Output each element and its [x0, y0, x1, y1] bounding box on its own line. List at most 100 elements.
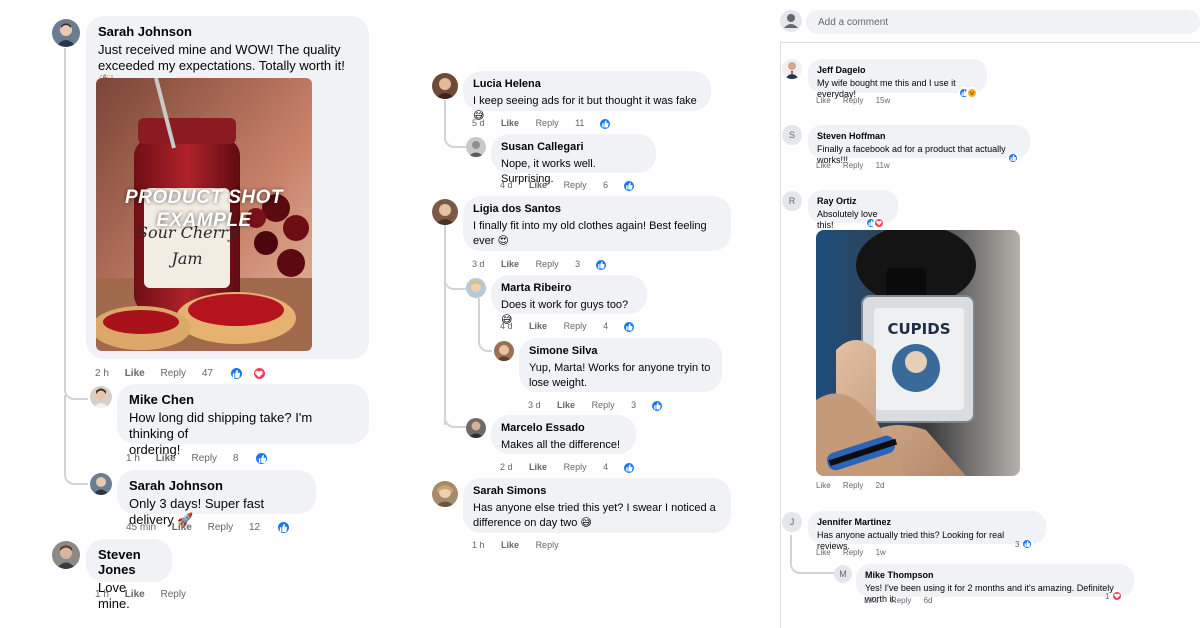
comment-author[interactable]: Jeff Dagelo: [817, 65, 978, 75]
avatar-steven-hoffman[interactable]: S: [782, 125, 802, 145]
reaction-count[interactable]: 11: [575, 117, 626, 131]
reply-button[interactable]: Reply: [536, 540, 559, 550]
reply-button[interactable]: Reply: [564, 180, 587, 190]
like-button[interactable]: Like: [816, 161, 831, 170]
reply-button[interactable]: Reply: [843, 96, 863, 105]
comment-author[interactable]: Simone Silva: [529, 345, 712, 357]
reply-button[interactable]: Reply: [891, 596, 911, 605]
comment-author[interactable]: Sarah Simons: [473, 485, 721, 497]
comment-author[interactable]: Mike Chen: [129, 392, 357, 407]
reaction-badge[interactable]: 3: [1015, 538, 1034, 550]
like-button[interactable]: Like: [501, 118, 519, 128]
comment-time[interactable]: 5 d: [472, 118, 485, 128]
like-button[interactable]: Like: [529, 462, 547, 472]
comment-time[interactable]: 2d: [876, 481, 885, 490]
comment-time[interactable]: 15w: [876, 96, 891, 105]
comment-author[interactable]: Sarah Johnson: [129, 478, 304, 493]
comment-author[interactable]: Sarah Johnson: [98, 24, 357, 39]
avatar-sarah-johnson[interactable]: [90, 473, 112, 495]
comment-time[interactable]: 1 h: [126, 453, 140, 464]
comment-author[interactable]: Lucia Helena: [473, 78, 701, 90]
reaction-badge[interactable]: [958, 87, 978, 99]
reaction-count[interactable]: 4: [603, 320, 650, 334]
comment-author[interactable]: Marta Ribeiro: [501, 282, 637, 294]
reaction-count[interactable]: 12: [249, 520, 304, 535]
reaction-badge[interactable]: [1007, 152, 1019, 164]
avatar-sarah-johnson[interactable]: [52, 19, 80, 47]
like-button[interactable]: Like: [864, 596, 879, 605]
reply-button[interactable]: Reply: [843, 548, 863, 557]
comment-time[interactable]: 1 h: [472, 540, 485, 550]
comment-author[interactable]: Marcelo Essado: [501, 422, 626, 434]
reaction-count[interactable]: 47: [202, 366, 280, 381]
like-button[interactable]: Like: [816, 481, 831, 490]
avatar-susan-callegari[interactable]: [466, 137, 486, 157]
like-button[interactable]: Like: [816, 96, 831, 105]
avatar-ligia-dos-santos[interactable]: [432, 199, 458, 225]
image-overlay-line: EXAMPLE: [156, 210, 252, 231]
comment-author[interactable]: Jennifer Martinez: [817, 517, 1037, 527]
avatar-jeff-dagelo[interactable]: [782, 59, 802, 79]
comment-author[interactable]: Ligia dos Santos: [473, 203, 721, 215]
comment-time[interactable]: 1w: [876, 548, 886, 557]
reply-button[interactable]: Reply: [843, 161, 863, 170]
like-button[interactable]: Like: [529, 321, 547, 331]
product-photo-perfume[interactable]: CUPIDS: [816, 230, 1020, 476]
reaction-count[interactable]: 6: [603, 179, 650, 193]
comment-author[interactable]: Mike Thompson: [865, 570, 1125, 580]
reaction-badge[interactable]: 1: [1105, 590, 1124, 602]
comment-time[interactable]: 4 d: [500, 321, 513, 331]
comment-author[interactable]: Susan Callegari: [501, 141, 646, 153]
like-button[interactable]: Like: [125, 589, 145, 600]
comment-author[interactable]: Steven Hoffman: [817, 131, 1021, 141]
reply-button[interactable]: Reply: [564, 321, 587, 331]
comment-author[interactable]: Steven Jones: [98, 547, 160, 577]
reply-button[interactable]: Reply: [592, 400, 615, 410]
comment-author[interactable]: Ray Ortiz: [817, 196, 889, 206]
like-button[interactable]: Like: [125, 368, 145, 379]
like-button[interactable]: Like: [501, 540, 519, 550]
reaction-count[interactable]: 8: [233, 451, 282, 466]
reply-button[interactable]: Reply: [191, 453, 217, 464]
avatar-ray-ortiz[interactable]: R: [782, 191, 802, 211]
avatar-sarah-simons[interactable]: [432, 481, 458, 507]
like-button[interactable]: Like: [172, 522, 192, 533]
reaction-count[interactable]: 3: [575, 258, 622, 272]
comment-time[interactable]: 3 d: [472, 259, 485, 269]
reply-button[interactable]: Reply: [843, 481, 863, 490]
reaction-badge[interactable]: [865, 217, 885, 229]
avatar-marta-ribeiro[interactable]: [466, 278, 486, 298]
avatar-jennifer-martinez[interactable]: J: [782, 512, 802, 532]
like-button[interactable]: Like: [557, 400, 575, 410]
product-photo-jam-jar[interactable]: Sour Cherry Jam PRODUCT SHOT EXAMPLE: [96, 78, 312, 351]
like-button[interactable]: Like: [529, 180, 547, 190]
comment-time[interactable]: 2 d: [500, 462, 513, 472]
comment-time[interactable]: 4 d: [500, 180, 513, 190]
avatar-steven-jones[interactable]: [52, 541, 80, 569]
like-button[interactable]: Like: [816, 548, 831, 557]
like-button[interactable]: Like: [501, 259, 519, 269]
comment-time[interactable]: 11w: [876, 161, 890, 170]
comment-time[interactable]: 6d: [924, 596, 933, 605]
comment-time[interactable]: 3 d: [528, 400, 541, 410]
reply-button[interactable]: Reply: [160, 368, 186, 379]
reply-button[interactable]: Reply: [536, 259, 559, 269]
avatar-lucia-helena[interactable]: [432, 73, 458, 99]
comment-time[interactable]: 2 h: [95, 368, 109, 379]
reaction-count[interactable]: 3: [631, 399, 678, 413]
avatar-mike-chen[interactable]: [90, 386, 112, 408]
reply-button[interactable]: Reply: [160, 589, 186, 600]
image-overlay-text: PRODUCT SHOT EXAMPLE: [96, 186, 312, 232]
like-button[interactable]: Like: [156, 453, 176, 464]
like-reaction-icon: [622, 320, 637, 334]
avatar-simone-silva[interactable]: [494, 341, 514, 361]
comments-column-1: Sarah Johnson Just received mine and WOW…: [0, 0, 400, 628]
reply-button[interactable]: Reply: [208, 522, 234, 533]
reply-button[interactable]: Reply: [564, 462, 587, 472]
reply-button[interactable]: Reply: [536, 118, 559, 128]
avatar-marcelo-essado[interactable]: [466, 418, 486, 438]
avatar-mike-thompson[interactable]: M: [834, 565, 852, 583]
comment-time[interactable]: 1 h: [95, 589, 109, 600]
reaction-count[interactable]: 4: [603, 461, 650, 475]
comment-time[interactable]: 45 min: [126, 522, 156, 533]
